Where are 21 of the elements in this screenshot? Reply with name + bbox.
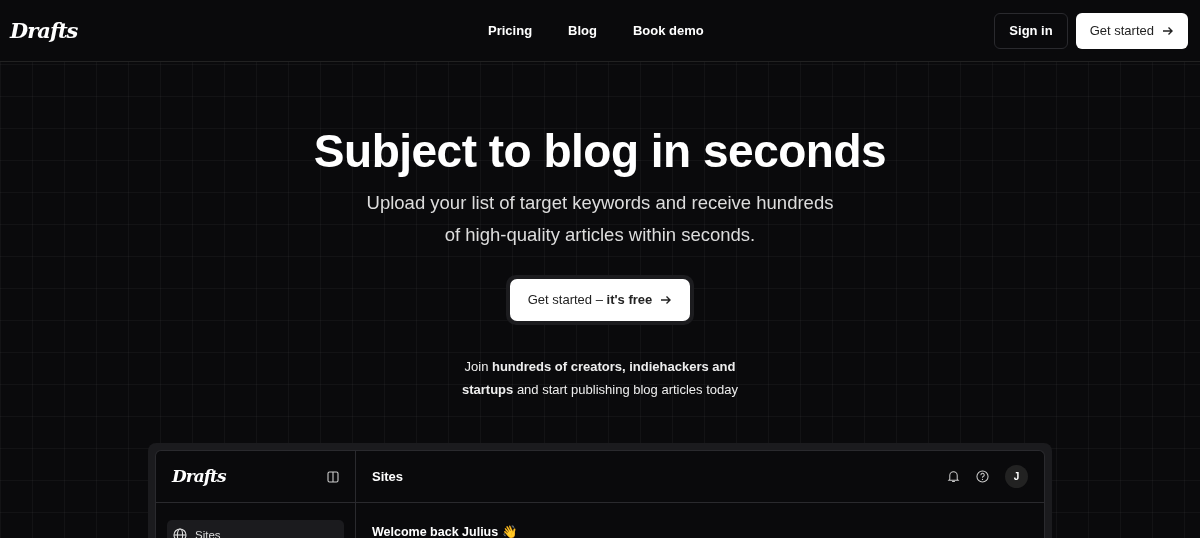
arrow-right-icon [1162, 24, 1174, 37]
hero-subtitle: Upload your list of target keywords and receive hundreds [366, 191, 834, 216]
hero-title: Subject to blog in seconds [313, 124, 887, 179]
logo[interactable]: Drafts [10, 14, 78, 47]
app-logo: Drafts [172, 464, 226, 488]
hero-subtitle: of high-quality articles within seconds. [443, 223, 757, 248]
get-started-free-button[interactable]: Get started – it's free [509, 279, 691, 322]
nav-link[interactable]: Blog [568, 20, 597, 41]
sidebar-item[interactable]: Sites [167, 520, 344, 538]
page-title: Sites [372, 467, 404, 486]
globe-icon [173, 528, 187, 538]
sidebar-toggle-icon[interactable] [327, 470, 339, 483]
nav-link[interactable]: Book demo [633, 20, 704, 41]
social-proof-text: Join hundreds of creators, indiehackers and [463, 358, 737, 377]
nav-link[interactable]: Pricing [488, 20, 533, 41]
help-icon[interactable] [976, 470, 989, 484]
get-started-button[interactable]: Get started [1075, 12, 1188, 49]
sign-in-button[interactable]: Sign in [994, 12, 1068, 49]
social-proof-text: startups and start publishing blog articles today [461, 381, 738, 400]
avatar[interactable]: J [1005, 465, 1028, 489]
bell-icon[interactable] [947, 470, 960, 484]
